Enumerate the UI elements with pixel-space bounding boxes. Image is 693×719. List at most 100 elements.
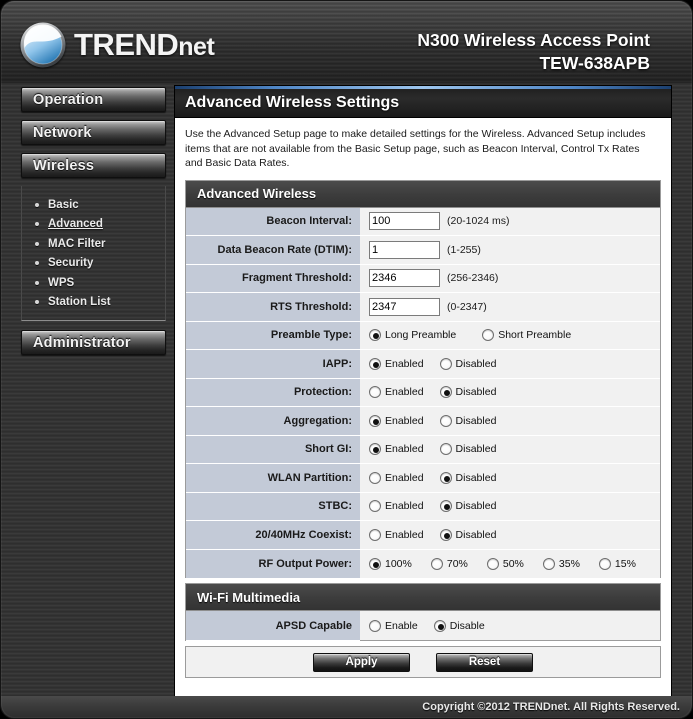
apsd-capable-label: APSD Capable [275,619,352,632]
dtim-input[interactable] [369,240,440,259]
radio-preamble-short[interactable]: Short Preamble [482,329,571,342]
radio-stbc-enabled[interactable]: Enabled [369,500,424,513]
row-label-cell: APSD Capable [186,611,360,641]
row-short-gi: Short GI: Enabled Disabled [186,435,660,464]
apply-button[interactable]: Apply [313,652,410,672]
radio-label: Disable [449,619,485,632]
row-value-cell: (20-1024 ms) [360,207,660,235]
radio-rf-power-35[interactable]: 35% [542,557,580,570]
wifi-multimedia-panel: Wi-Fi Multimedia APSD Capable Enable Dis… [185,583,661,641]
stbc-label: STBC: [318,500,352,513]
sidebar-subitem-security[interactable]: Security [22,254,165,274]
bullet-icon [35,261,39,266]
row-protection: Protection: Enabled Disabled [186,378,660,407]
radio-wlan-partition-disabled[interactable]: Disabled [439,471,497,484]
row-beacon-interval: Beacon Interval: (20-1024 ms) [186,207,660,236]
radio-apsd-enable[interactable]: Enable [369,619,418,632]
section-title: Wi-Fi Multimedia [197,589,301,605]
bullet-icon [35,222,39,227]
radio-label: Enabled [385,357,424,370]
fragment-threshold-input[interactable] [369,269,440,288]
radio-label: 15% [614,557,636,570]
product-model: TEW-638APB [539,53,650,73]
radio-iapp-disabled[interactable]: Disabled [439,357,496,370]
protection-radio-group: Enabled Disabled [369,386,497,399]
beacon-interval-input[interactable] [369,212,440,231]
sidebar-item-label: Operation [33,91,104,108]
row-preamble-type: Preamble Type: Long Preamble Short Pream… [186,321,660,350]
row-rts-threshold: RTS Threshold: (0-2347) [186,293,660,322]
radio-icon [482,329,495,342]
row-value-cell: Enabled Disabled [360,521,660,549]
radio-icon [369,414,381,427]
row-value-cell: Enabled Disabled [360,350,660,378]
row-iapp: IAPP: Enabled Disabled [186,350,660,379]
radio-label: Enabled [385,471,424,484]
sidebar-subitem-station-list[interactable]: Station List [22,293,165,313]
radio-icon [369,528,381,541]
rf-output-power-radio-group: 100% 70% 50% 35% 15% [369,557,636,570]
radio-rf-power-100[interactable]: 100% [369,557,412,570]
radio-rf-power-70[interactable]: 70% [430,557,468,570]
page-title-bar: Advanced Wireless Settings [175,86,671,118]
sidebar-subitem-label: Station List [48,296,111,309]
reset-button[interactable]: Reset [436,652,533,672]
radio-wlan-partition-enabled[interactable]: Enabled [369,471,424,484]
radio-aggregation-enabled[interactable]: Enabled [369,414,424,427]
radio-preamble-long[interactable]: Long Preamble [369,329,456,342]
radio-apsd-disable[interactable]: Disable [433,619,485,632]
radio-label: Disabled [455,386,497,399]
row-value-cell: Enable Disable [360,611,660,640]
radio-iapp-enabled[interactable]: Enabled [369,357,424,370]
radio-icon [542,557,555,570]
row-label-cell: Preamble Type: [186,321,360,350]
rf-output-power-label: RF Output Power: [258,557,353,570]
brand-logo[interactable]: TRENDnet [19,21,215,69]
radio-protection-enabled[interactable]: Enabled [369,386,424,399]
row-label-cell: WLAN Partition: [186,464,360,493]
sidebar-subitem-advanced[interactable]: Advanced [22,215,165,235]
apsd-radio-group: Enable Disable [369,619,485,632]
radio-label: Disabled [455,471,497,484]
row-label-cell: Protection: [186,378,360,407]
sidebar-item-administrator[interactable]: Administrator [21,330,166,355]
stbc-radio-group: Enabled Disabled [369,500,497,513]
short-gi-label: Short GI: [304,443,352,456]
sidebar-item-operation[interactable]: Operation [21,87,166,112]
sidebar-submenu-wireless: Basic Advanced MAC Filter Security WPS S… [21,186,166,321]
radio-stbc-disabled[interactable]: Disabled [439,500,497,513]
page-footer: Copyright ©2012 TRENDnet. All Rights Res… [1,696,692,718]
row-aggregation: Aggregation: Enabled Disabled [186,407,660,436]
radio-label: Enabled [385,414,424,427]
sidebar-subitem-basic[interactable]: Basic [22,195,165,215]
radio-label: Disabled [455,500,497,513]
sidebar-subitem-label: MAC Filter [48,237,106,250]
radio-icon [439,443,452,456]
sidebar-item-wireless[interactable]: Wireless [21,153,166,178]
bullet-icon [35,202,39,207]
radio-rf-power-50[interactable]: 50% [486,557,524,570]
radio-protection-disabled[interactable]: Disabled [439,386,497,399]
radio-icon [439,528,452,541]
content-panel: Advanced Wireless Settings Use the Advan… [174,85,672,699]
rts-threshold-input[interactable] [369,297,440,316]
sidebar-subitem-mac-filter[interactable]: MAC Filter [22,234,165,254]
row-fragment-threshold: Fragment Threshold: (256-2346) [186,264,660,293]
rts-threshold-hint: (0-2347) [447,300,487,313]
wlan-partition-radio-group: Enabled Disabled [369,471,497,484]
radio-icon [369,443,381,456]
radio-label: Enabled [385,528,424,541]
radio-coexist-enabled[interactable]: Enabled [369,528,424,541]
dtim-hint: (1-255) [447,243,481,256]
row-value-cell: Enabled Disabled [360,492,660,520]
radio-coexist-disabled[interactable]: Disabled [439,528,496,541]
radio-short-gi-disabled[interactable]: Disabled [439,443,496,456]
radio-short-gi-enabled[interactable]: Enabled [369,443,424,456]
brand-wordmark: TRENDnet [74,27,215,62]
advanced-wireless-header: Advanced Wireless [186,180,660,208]
sidebar-subitem-wps[interactable]: WPS [22,273,165,293]
radio-aggregation-disabled[interactable]: Disabled [439,414,496,427]
row-label-cell: RF Output Power: [186,549,360,579]
sidebar-item-network[interactable]: Network [21,120,166,145]
radio-rf-power-15[interactable]: 15% [598,557,636,570]
